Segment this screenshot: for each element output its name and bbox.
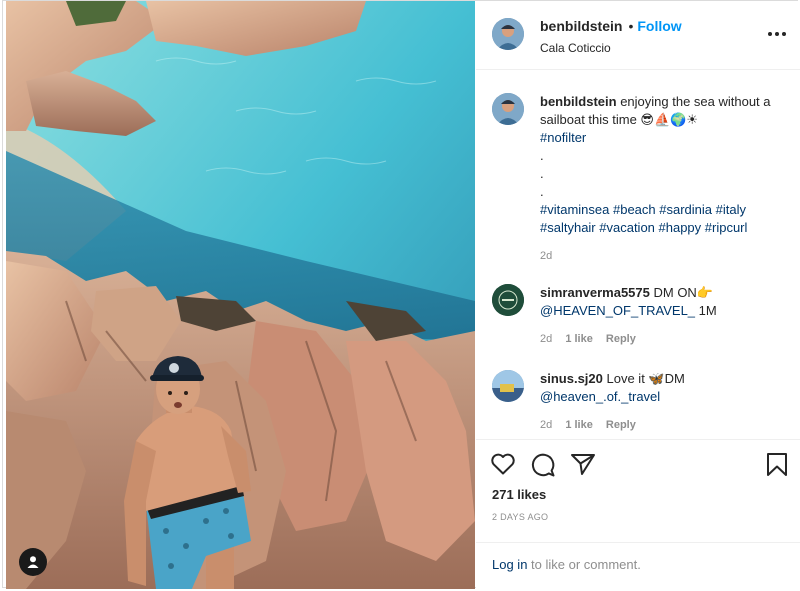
login-prompt-text: to like or comment. <box>531 557 641 572</box>
header-names: benbildstein • Follow Cala Coticcio <box>540 18 682 55</box>
commenter-avatar[interactable] <box>492 370 524 402</box>
comment-meta: 2d 1 like Reply <box>540 416 792 434</box>
beach-photo-illustration <box>6 1 475 589</box>
more-dot-icon <box>782 32 786 36</box>
comment-likes[interactable]: 1 like <box>565 333 593 345</box>
comment-meta: 2d 1 like Reply <box>540 330 792 348</box>
reply-button[interactable]: Reply <box>606 333 636 345</box>
comment-time[interactable]: 2d <box>540 419 552 431</box>
post-header: benbildstein • Follow Cala Coticcio <box>476 1 800 70</box>
comment-icon[interactable] <box>530 452 556 478</box>
post-date[interactable]: 2 DAYS AGO <box>492 512 548 522</box>
post-photo[interactable] <box>6 1 475 589</box>
post-sidebar: benbildstein • Follow Cala Coticcio benb… <box>476 1 800 589</box>
heart-icon[interactable] <box>490 452 516 476</box>
caption-avatar[interactable] <box>492 93 524 125</box>
post-card: benbildstein • Follow Cala Coticcio benb… <box>2 0 800 589</box>
more-options-button[interactable] <box>768 31 786 37</box>
bookmark-icon[interactable] <box>766 452 788 477</box>
commenter-avatar[interactable] <box>492 284 524 316</box>
tagged-user-button[interactable] <box>19 548 47 576</box>
login-link[interactable]: Log in <box>492 557 527 572</box>
caption-text: benbildstein enjoying the sea without a … <box>540 93 792 265</box>
author-avatar[interactable] <box>492 18 524 50</box>
comment-item: sinus.sj20 Love it 🦋DM @heaven_.of._trav… <box>492 370 792 434</box>
caption-dot: . <box>540 148 544 163</box>
user-icon <box>27 556 39 568</box>
author-username[interactable]: benbildstein <box>540 18 622 34</box>
comment-body: simranverma5575 DM ON👉 @HEAVEN_OF_TRAVEL… <box>540 284 792 348</box>
commenter-username[interactable]: sinus.sj20 <box>540 371 603 386</box>
author-avatar-image <box>492 18 524 50</box>
commenter-avatar-image <box>492 370 524 402</box>
comment-mention[interactable]: @heaven_.of._travel <box>540 389 660 404</box>
commenter-username[interactable]: simranverma5575 <box>540 285 650 300</box>
caption-avatar-image <box>492 93 524 125</box>
post-location[interactable]: Cala Coticcio <box>540 41 682 55</box>
caption-dot: . <box>540 184 544 199</box>
comment-mention[interactable]: @HEAVEN_OF_TRAVEL_ <box>540 303 695 318</box>
login-prompt: Log in to like or comment. <box>476 542 800 591</box>
caption: benbildstein enjoying the sea without a … <box>492 93 792 265</box>
caption-username[interactable]: benbildstein <box>540 94 617 109</box>
more-dot-icon <box>775 32 779 36</box>
comment-text: Love it 🦋DM <box>606 371 685 386</box>
comment-time[interactable]: 2d <box>540 333 552 345</box>
hashtags-line-2[interactable]: #saltyhair #vacation #happy #ripcurl <box>540 219 792 237</box>
comment-likes[interactable]: 1 like <box>565 419 593 431</box>
share-icon[interactable] <box>570 452 596 476</box>
reply-button[interactable]: Reply <box>606 419 636 431</box>
post-actions: 271 likes 2 DAYS AGO Log in to like or c… <box>476 439 800 590</box>
hashtag-nofilter[interactable]: #nofilter <box>540 129 792 147</box>
hashtags-line-1[interactable]: #vitaminsea #beach #sardinia #italy <box>540 201 792 219</box>
follow-button[interactable]: Follow <box>637 18 681 34</box>
caption-time[interactable]: 2d <box>540 247 792 265</box>
action-icons <box>490 452 790 478</box>
comment-body: sinus.sj20 Love it 🦋DM @heaven_.of._trav… <box>540 370 792 434</box>
comment-text: DM ON👉 <box>653 285 713 300</box>
comments-section[interactable]: benbildstein enjoying the sea without a … <box>476 70 800 439</box>
header-separator: • <box>628 18 634 34</box>
comment-item: simranverma5575 DM ON👉 @HEAVEN_OF_TRAVEL… <box>492 284 792 348</box>
caption-dot: . <box>540 166 544 181</box>
more-dot-icon <box>768 32 772 36</box>
commenter-avatar-image <box>492 284 524 316</box>
likes-count[interactable]: 271 likes <box>492 487 546 502</box>
comment-suffix: 1M <box>698 303 717 318</box>
